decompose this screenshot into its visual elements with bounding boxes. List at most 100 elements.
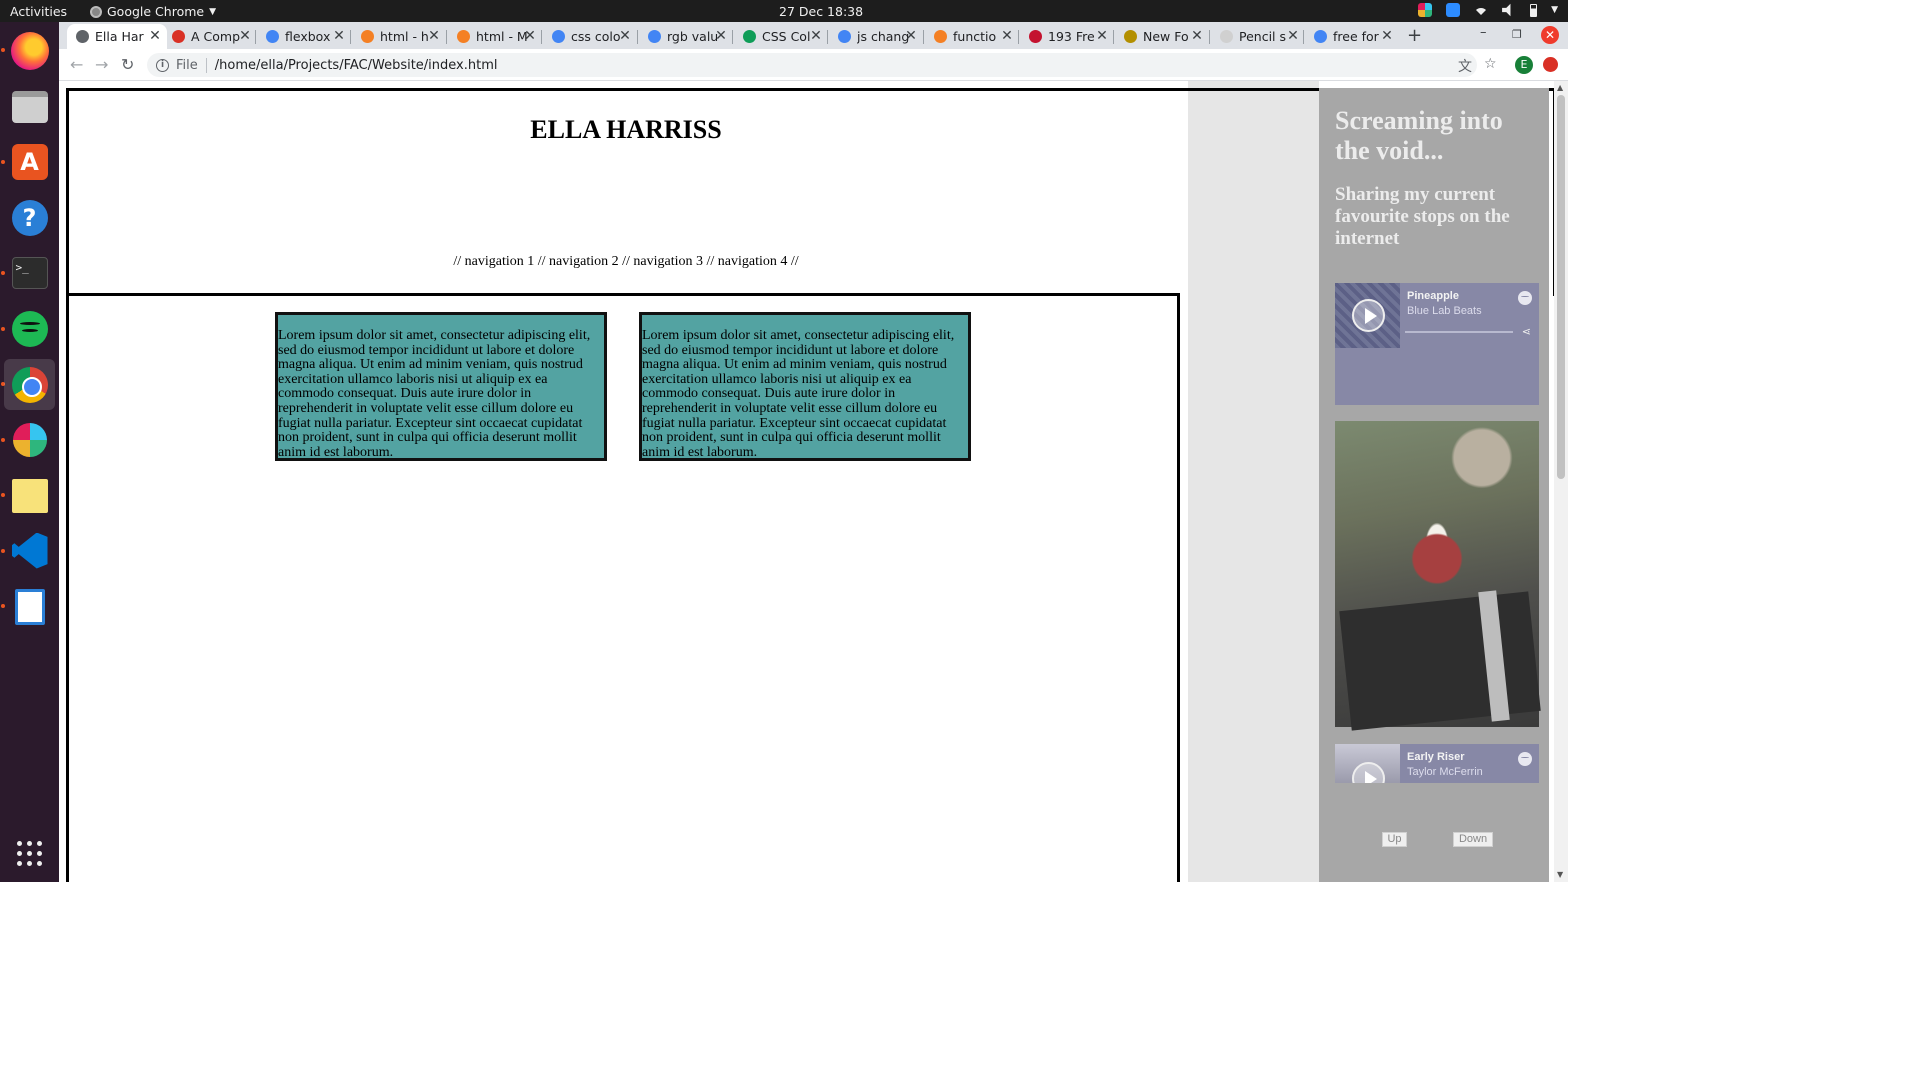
info-icon[interactable]: i bbox=[156, 58, 169, 72]
favicon-icon bbox=[648, 30, 661, 43]
tab-close-icon[interactable]: ✕ bbox=[1189, 28, 1205, 44]
dock-notes[interactable] bbox=[4, 470, 55, 521]
spotify-logo-icon[interactable] bbox=[1518, 291, 1532, 305]
dock-terminal[interactable]: >_ bbox=[4, 247, 55, 298]
favicon-icon bbox=[1029, 30, 1042, 43]
tab-close-icon[interactable]: ✕ bbox=[1379, 28, 1395, 44]
profile-avatar[interactable]: E bbox=[1515, 56, 1533, 74]
play-icon[interactable] bbox=[1352, 299, 1385, 332]
close-window-button[interactable]: ✕ bbox=[1541, 26, 1559, 44]
bookmark-star-icon[interactable]: ☆ bbox=[1484, 56, 1497, 72]
up-button[interactable]: Up bbox=[1382, 832, 1407, 847]
favicon-icon bbox=[1220, 30, 1233, 43]
maximize-button[interactable]: ❐ bbox=[1512, 28, 1522, 41]
tab-close-icon[interactable]: ✕ bbox=[147, 28, 163, 44]
tab-close-icon[interactable]: ✕ bbox=[331, 28, 347, 44]
translate-icon[interactable]: 文 bbox=[1458, 56, 1472, 76]
browser-tab[interactable]: Ella Har ✕ bbox=[67, 24, 167, 49]
zoom-tray-icon[interactable] bbox=[1446, 3, 1461, 17]
chevron-down-icon[interactable]: ▼ bbox=[1551, 5, 1558, 15]
page-viewport: ELLA HARRISS // navigation 1 // navigati… bbox=[59, 81, 1568, 882]
tab-close-icon[interactable]: ✕ bbox=[713, 28, 729, 44]
content-card: Lorem ipsum dolor sit amet, consectetur … bbox=[275, 312, 607, 461]
system-top-bar: Activities Google Chrome ▼ 27 Dec 18:38 … bbox=[0, 0, 1568, 22]
dock-vscode[interactable] bbox=[4, 525, 55, 576]
volume-icon[interactable] bbox=[1502, 3, 1511, 17]
dock-slack[interactable] bbox=[4, 414, 55, 465]
dock-writer[interactable] bbox=[4, 581, 55, 632]
tab-separator bbox=[350, 30, 351, 44]
url-text[interactable]: /home/ella/Projects/FAC/Website/index.ht… bbox=[215, 58, 498, 73]
browser-tab[interactable]: html - h ✕ bbox=[352, 24, 446, 49]
browser-tab[interactable]: rgb valu ✕ bbox=[639, 24, 733, 49]
favicon-icon bbox=[361, 30, 374, 43]
scrollbar[interactable]: ▲ ▼ bbox=[1554, 81, 1568, 882]
tab-close-icon[interactable]: ✕ bbox=[522, 28, 538, 44]
browser-tab[interactable]: New Fo ✕ bbox=[1115, 24, 1209, 49]
sticky-notes-icon bbox=[11, 478, 48, 513]
spotify-icon bbox=[11, 310, 48, 347]
spotify-embed[interactable]: Early Riser Taylor McFerrin bbox=[1335, 744, 1539, 783]
browser-tab[interactable]: 193 Fre ✕ bbox=[1020, 24, 1114, 49]
browser-tab[interactable]: Pencil s ✕ bbox=[1211, 24, 1305, 49]
battery-icon[interactable] bbox=[1530, 3, 1538, 17]
back-arrow-icon[interactable]: ← bbox=[70, 55, 83, 74]
tab-close-icon[interactable]: ✕ bbox=[617, 28, 633, 44]
address-bar[interactable]: i File /home/ella/Projects/FAC/Website/i… bbox=[147, 53, 1477, 77]
progress-bar[interactable] bbox=[1405, 331, 1513, 333]
reload-icon[interactable]: ↻ bbox=[121, 55, 134, 74]
scrollbar-thumb[interactable] bbox=[1557, 95, 1565, 479]
writer-icon bbox=[14, 588, 45, 625]
browser-tab[interactable]: flexbox ✕ bbox=[257, 24, 351, 49]
tab-close-icon[interactable]: ✕ bbox=[237, 28, 253, 44]
scroll-up-arrow-icon[interactable]: ▲ bbox=[1557, 83, 1563, 92]
browser-tab[interactable]: js chang ✕ bbox=[829, 24, 923, 49]
wifi-icon[interactable] bbox=[1474, 7, 1489, 16]
system-tray[interactable]: ▼ bbox=[1418, 3, 1558, 17]
tab-close-icon[interactable]: ✕ bbox=[903, 28, 919, 44]
extension-icon[interactable] bbox=[1543, 57, 1558, 72]
content-card: Lorem ipsum dolor sit amet, consectetur … bbox=[639, 312, 971, 461]
spotify-embed[interactable]: Pineapple Blue Lab Beats ⋖ bbox=[1335, 283, 1539, 405]
dock-files[interactable] bbox=[4, 81, 55, 132]
site-navigation[interactable]: // navigation 1 // navigation 2 // navig… bbox=[69, 254, 1183, 270]
browser-tab[interactable]: A Comp ✕ bbox=[163, 24, 257, 49]
activities-button[interactable]: Activities bbox=[10, 4, 67, 19]
tab-close-icon[interactable]: ✕ bbox=[1094, 28, 1110, 44]
song-title[interactable]: Early Riser bbox=[1407, 751, 1464, 763]
dock-spotify[interactable] bbox=[4, 303, 55, 354]
song-artist[interactable]: Blue Lab Beats bbox=[1407, 305, 1482, 317]
down-button[interactable]: Down bbox=[1453, 832, 1493, 847]
favicon-icon bbox=[457, 30, 470, 43]
song-artist[interactable]: Taylor McFerrin bbox=[1407, 766, 1483, 778]
spotify-logo-icon[interactable] bbox=[1518, 752, 1532, 766]
show-applications-button[interactable] bbox=[4, 828, 55, 879]
dock-help[interactable]: ? bbox=[4, 192, 55, 243]
share-icon[interactable]: ⋖ bbox=[1522, 325, 1531, 338]
tab-separator bbox=[732, 30, 733, 44]
browser-tab[interactable]: CSS Col ✕ bbox=[734, 24, 828, 49]
scroll-down-arrow-icon[interactable]: ▼ bbox=[1557, 870, 1563, 879]
tab-separator bbox=[827, 30, 828, 44]
slack-tray-icon[interactable] bbox=[1418, 3, 1433, 17]
browser-tab[interactable]: functio ✕ bbox=[925, 24, 1019, 49]
dock-firefox[interactable] bbox=[4, 25, 55, 76]
browser-tab[interactable]: html - M ✕ bbox=[448, 24, 542, 49]
song-title[interactable]: Pineapple bbox=[1407, 290, 1459, 302]
browser-tab[interactable]: free for ✕ bbox=[1305, 24, 1399, 49]
tab-close-icon[interactable]: ✕ bbox=[1285, 28, 1301, 44]
tab-separator bbox=[541, 30, 542, 44]
dock-software[interactable]: A bbox=[4, 136, 55, 187]
browser-tab[interactable]: css colo ✕ bbox=[543, 24, 637, 49]
clock[interactable]: 27 Dec 18:38 bbox=[779, 4, 863, 19]
forward-arrow-icon[interactable]: → bbox=[95, 55, 108, 74]
favicon-icon bbox=[76, 30, 89, 43]
new-tab-button[interactable]: + bbox=[1407, 25, 1422, 46]
tab-close-icon[interactable]: ✕ bbox=[808, 28, 824, 44]
dock-chrome[interactable] bbox=[4, 359, 55, 410]
tab-close-icon[interactable]: ✕ bbox=[999, 28, 1015, 44]
tab-separator bbox=[923, 30, 924, 44]
minimize-button[interactable]: – bbox=[1480, 25, 1487, 40]
app-menu[interactable]: Google Chrome ▼ bbox=[90, 4, 216, 19]
tab-close-icon[interactable]: ✕ bbox=[426, 28, 442, 44]
